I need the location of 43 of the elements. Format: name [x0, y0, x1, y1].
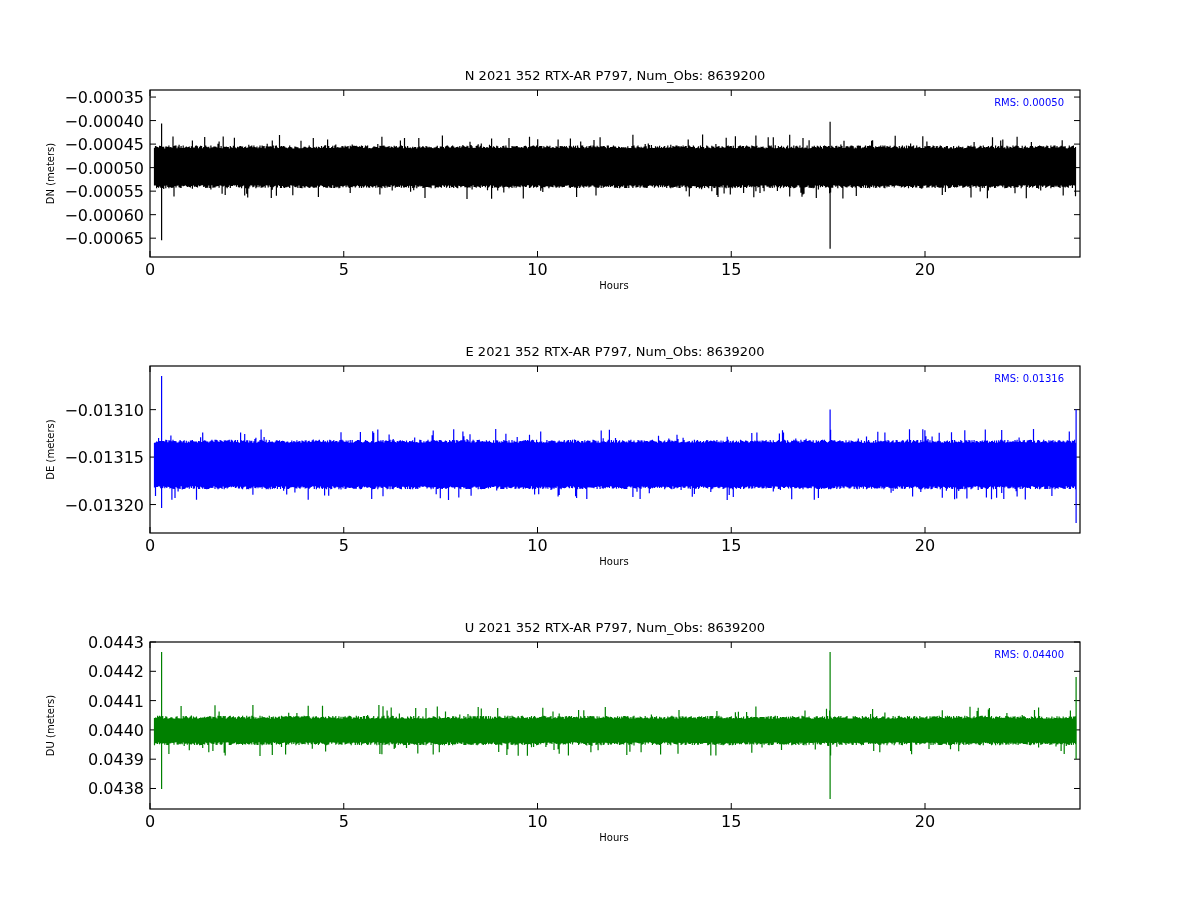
y-tick-label: −0.01320 — [64, 495, 144, 515]
x-axis-label: Hours — [599, 556, 629, 567]
y-tick-label: −0.00065 — [64, 229, 144, 249]
x-tick-label: 10 — [527, 536, 548, 555]
y-tick-label: −0.01310 — [64, 400, 144, 420]
chart-title: N 2021 352 RTX-AR P797, Num_Obs: 8639200 — [464, 68, 766, 83]
x-tick-label: 5 — [338, 260, 349, 279]
x-tick-label: 20 — [914, 536, 936, 555]
rms-label: RMS: 0.00050 — [994, 97, 1064, 108]
x-tick-label: 15 — [721, 260, 742, 279]
y-tick-label: 0.0442 — [88, 662, 144, 682]
x-tick-label: 5 — [338, 536, 349, 555]
y-tick-label: 0.0438 — [88, 779, 144, 799]
y-axis-label: DE (meters) — [45, 419, 56, 480]
x-tick-label: 0 — [144, 812, 156, 831]
y-tick-label: −0.00045 — [64, 135, 144, 155]
y-tick-label: −0.00050 — [64, 158, 144, 178]
y-tick-label: 0.0443 — [88, 633, 144, 652]
x-tick-label: 15 — [721, 536, 742, 555]
y-tick-label: −0.00055 — [64, 182, 144, 202]
x-tick-label: 15 — [721, 812, 742, 831]
x-axis-label: Hours — [599, 280, 629, 291]
x-tick-label: 5 — [338, 812, 349, 831]
rms-label: RMS: 0.01316 — [994, 373, 1064, 384]
y-tick-label: −0.01315 — [64, 448, 144, 468]
x-tick-label: 20 — [914, 260, 936, 279]
chart-title: E 2021 352 RTX-AR P797, Num_Obs: 8639200 — [465, 344, 765, 359]
y-tick-label: −0.00040 — [64, 111, 144, 131]
x-tick-label: 20 — [914, 812, 936, 831]
rms-label: RMS: 0.04400 — [994, 649, 1064, 660]
x-tick-label: 0 — [144, 536, 156, 555]
y-tick-label: 0.0441 — [88, 691, 144, 711]
x-tick-label: 10 — [527, 812, 548, 831]
x-axis-label: Hours — [599, 832, 629, 843]
chart-title: U 2021 352 RTX-AR P797, Num_Obs: 8639200 — [464, 620, 766, 635]
y-tick-label: 0.0440 — [88, 720, 144, 740]
y-tick-label: −0.00035 — [64, 88, 144, 108]
x-tick-label: 10 — [527, 260, 548, 279]
y-axis-label: DN (meters) — [45, 142, 56, 205]
y-tick-label: 0.0439 — [88, 750, 144, 770]
x-tick-label: 0 — [144, 260, 156, 279]
y-axis-label: DU (meters) — [45, 694, 56, 757]
y-tick-label: −0.00060 — [64, 205, 144, 225]
